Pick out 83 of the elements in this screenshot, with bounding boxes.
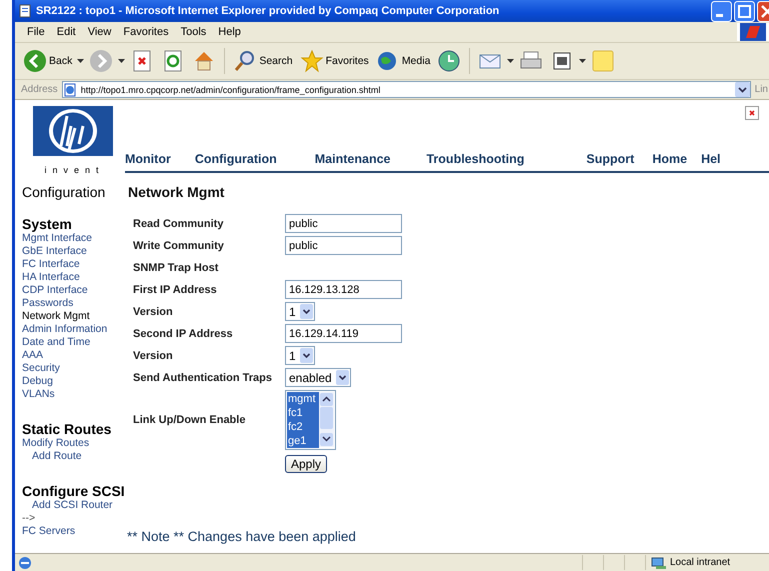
dropdown[interactable]: 1 [285, 346, 315, 365]
sidebar-section-heading: System [22, 216, 73, 232]
favorites-button[interactable]: Favorites [298, 47, 371, 75]
sidebar-link[interactable]: Debug [22, 375, 127, 388]
dropdown-arrow-icon[interactable] [507, 59, 514, 63]
sidebar-link[interactable]: FC Servers [22, 525, 127, 538]
menu-item[interactable]: File [21, 26, 51, 38]
field-label: Version [133, 348, 174, 364]
apply-button[interactable]: Apply [285, 455, 328, 473]
menu-item[interactable]: Edit [50, 26, 82, 38]
field-label: Link Up/Down Enable [133, 413, 246, 428]
scrollbar-icon [319, 392, 334, 447]
dropdown-arrow-icon[interactable] [118, 59, 126, 63]
field-label: First IP Address [133, 282, 218, 298]
sidebar-link[interactable]: Add Route [22, 450, 127, 463]
text-field[interactable]: public [285, 236, 402, 255]
text-field[interactable]: 16.129.14.119 [285, 324, 402, 343]
sidebar-text: --> [22, 512, 36, 525]
back-button[interactable]: Back [21, 47, 74, 75]
field-label: Write Community [133, 238, 225, 254]
text-field[interactable]: public [285, 214, 402, 233]
dropdown-arrow-icon[interactable] [579, 59, 586, 63]
dropdown-arrow-icon[interactable] [77, 59, 84, 63]
sidebar-section-heading: Static Routes [22, 421, 112, 437]
logo-icon [32, 106, 112, 156]
menu-item[interactable]: Favorites [117, 26, 175, 38]
menu-item[interactable]: View [82, 26, 118, 38]
sidebar-link[interactable]: VLANs [22, 388, 127, 401]
minimize-icon[interactable] [711, 0, 732, 22]
sidebar-link[interactable]: Network Mgmt [22, 310, 127, 323]
nav-link[interactable]: Maintenance [314, 152, 390, 166]
windows-logo-icon [740, 23, 766, 41]
nav-link[interactable]: Configuration [194, 152, 277, 166]
nav-link[interactable]: Troubleshooting [426, 152, 524, 166]
field-label: Read Community [133, 216, 224, 232]
address-field[interactable]: http://topo1.mro.cpqcorp.net/admin/configuration/frame_configuration.shtml [62, 81, 751, 98]
clock-icon [437, 49, 462, 73]
security-zone: Local intranet [670, 557, 730, 568]
dropdown[interactable]: enabled [285, 368, 351, 387]
sticky-note-icon [591, 49, 616, 73]
sidebar-section-heading: Configure SCSI [22, 483, 126, 499]
sidebar-link[interactable]: Date and Time [22, 336, 127, 349]
search-button[interactable]: Search [231, 47, 295, 75]
broken-image-icon [745, 106, 759, 120]
star-icon [300, 49, 324, 73]
list-option[interactable]: fc1 [287, 406, 319, 420]
sidebar-title: Configuration [22, 184, 106, 200]
status-message: ** Note ** Changes have been applied [127, 529, 357, 544]
list-box[interactable]: mgmt fc1 fc2 ge1 [285, 390, 336, 450]
field-label: Send Authentication Traps [133, 370, 273, 386]
logo-tagline: invent [44, 165, 105, 175]
list-option[interactable]: mgmt [287, 392, 319, 406]
field-label: Version [133, 304, 174, 320]
menu-item[interactable]: Help [212, 26, 247, 38]
sidebar-link[interactable]: Add SCSI Router [22, 499, 127, 512]
maximize-icon[interactable] [734, 0, 755, 22]
sidebar-link[interactable]: Mgmt Interface [22, 232, 127, 245]
list-option[interactable]: ge1 [287, 434, 319, 448]
nav-link[interactable]: Support [586, 152, 634, 166]
text-field[interactable]: 16.129.13.128 [285, 280, 402, 299]
address-label: Address [21, 84, 58, 95]
sidebar-link[interactable]: HA Interface [22, 271, 127, 284]
nav-link[interactable]: Home [652, 152, 688, 166]
sidebar-link[interactable]: FC Interface [22, 258, 127, 271]
sidebar-link[interactable]: CDP Interface [22, 284, 127, 297]
field-label: Second IP Address [133, 326, 234, 342]
list-option[interactable]: fc2 [287, 420, 319, 434]
close-icon[interactable] [757, 0, 769, 22]
nav-link[interactable]: Hel [701, 152, 721, 166]
sidebar-link[interactable]: Security [22, 362, 127, 375]
menu-item[interactable]: Tools [174, 26, 212, 38]
sidebar-link[interactable]: Passwords [22, 297, 127, 310]
sidebar-link[interactable]: GbE Interface [22, 245, 127, 258]
network-icon [651, 556, 667, 570]
field-label: SNMP Trap Host [133, 260, 220, 276]
sidebar-link[interactable]: Modify Routes [22, 437, 127, 450]
media-button[interactable]: Media [374, 47, 432, 75]
window-title: SR2122 : topo1 - Microsoft Internet Explorer provided by Compaq Computer Corporation [36, 5, 500, 17]
dropdown[interactable]: 1 [285, 302, 315, 321]
sidebar-link[interactable]: Admin Information [22, 323, 127, 336]
sidebar-link[interactable]: AAA [22, 349, 127, 362]
page-heading: Network Mgmt [128, 184, 226, 200]
nav-link[interactable]: Monitor [125, 152, 171, 166]
